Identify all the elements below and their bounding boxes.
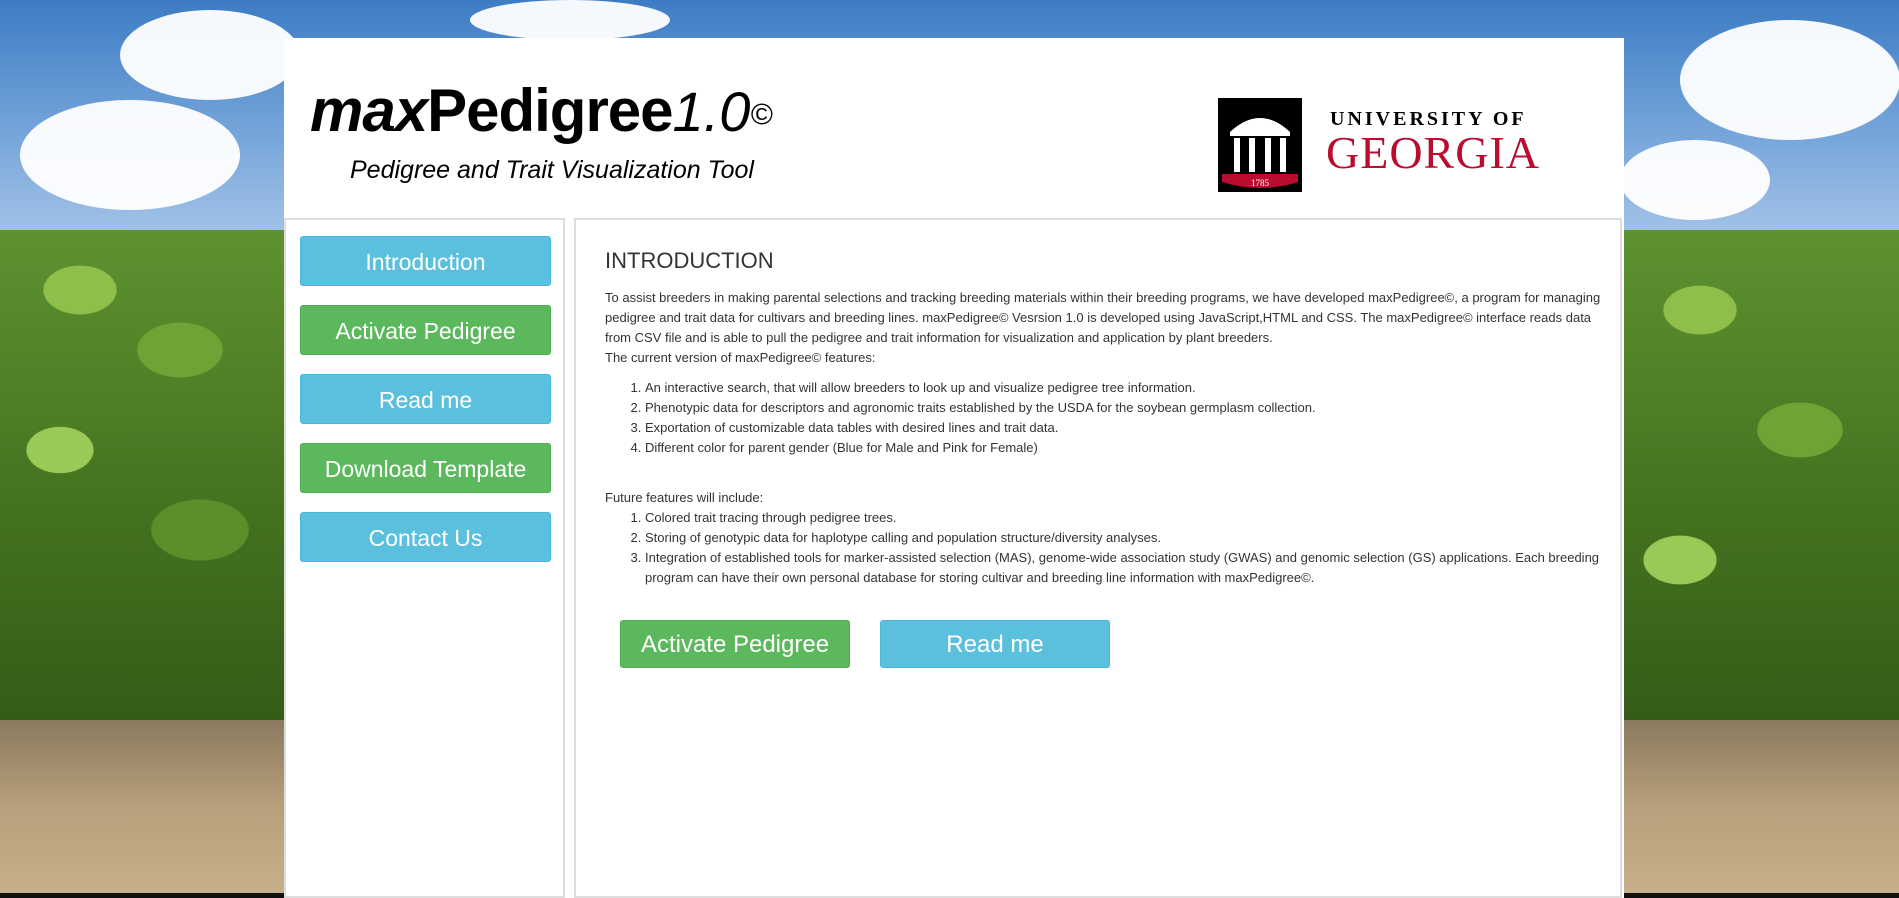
- cloud: [1680, 20, 1899, 140]
- future-heading: Future features will include:: [605, 490, 764, 505]
- cloud: [1620, 140, 1770, 220]
- main-content: INTRODUCTION To assist breeders in makin…: [574, 218, 1622, 898]
- page-container: maxPedigree1.0© Pedigree and Trait Visua…: [284, 38, 1624, 898]
- cloud: [120, 10, 300, 100]
- logo-max: max: [310, 77, 428, 144]
- sidebar-contact-us-button[interactable]: Contact Us: [300, 512, 551, 562]
- uga-year: 1785: [1251, 178, 1270, 188]
- arch-icon: 1785: [1218, 98, 1302, 192]
- sidebar-read-me-button[interactable]: Read me: [300, 374, 551, 424]
- future-list: Colored trait tracing through pedigree t…: [605, 508, 1615, 588]
- list-item: Different color for parent gender (Blue …: [645, 438, 1615, 458]
- sidebar-download-template-button[interactable]: Download Template: [300, 443, 551, 493]
- app-subtitle: Pedigree and Trait Visualization Tool: [350, 156, 754, 184]
- sidebar-introduction-button[interactable]: Introduction: [300, 236, 551, 286]
- uga-logo: 1785 UNIVERSITY OF GEORGIA: [1218, 98, 1618, 198]
- activate-pedigree-button[interactable]: Activate Pedigree: [620, 620, 850, 668]
- logo-version: 1.0: [672, 80, 751, 143]
- cloud: [20, 100, 240, 210]
- list-item: An interactive search, that will allow b…: [645, 378, 1615, 398]
- header: maxPedigree1.0© Pedigree and Trait Visua…: [284, 38, 1624, 214]
- read-me-button[interactable]: Read me: [880, 620, 1110, 668]
- list-item: Exportation of customizable data tables …: [645, 418, 1615, 438]
- sidebar: Introduction Activate Pedigree Read me D…: [284, 218, 565, 898]
- logo-pedigree: Pedigree: [427, 77, 673, 144]
- list-item: Colored trait tracing through pedigree t…: [645, 508, 1615, 528]
- uga-line2: GEORGIA: [1326, 127, 1540, 178]
- list-item: Storing of genotypic data for haplotype …: [645, 528, 1615, 548]
- logo-copyright: ©: [750, 98, 773, 132]
- cloud: [470, 0, 670, 40]
- features-list: An interactive search, that will allow b…: [605, 378, 1615, 458]
- list-item: Integration of established tools for mar…: [645, 548, 1615, 588]
- list-item: Phenotypic data for descriptors and agro…: [645, 398, 1615, 418]
- app-logo-title: maxPedigree1.0©: [310, 76, 773, 145]
- page-title: INTRODUCTION: [605, 248, 774, 273]
- sidebar-activate-pedigree-button[interactable]: Activate Pedigree: [300, 305, 551, 355]
- intro-paragraph: To assist breeders in making parental se…: [605, 290, 1601, 345]
- features-heading: The current version of maxPedigree© feat…: [605, 350, 876, 365]
